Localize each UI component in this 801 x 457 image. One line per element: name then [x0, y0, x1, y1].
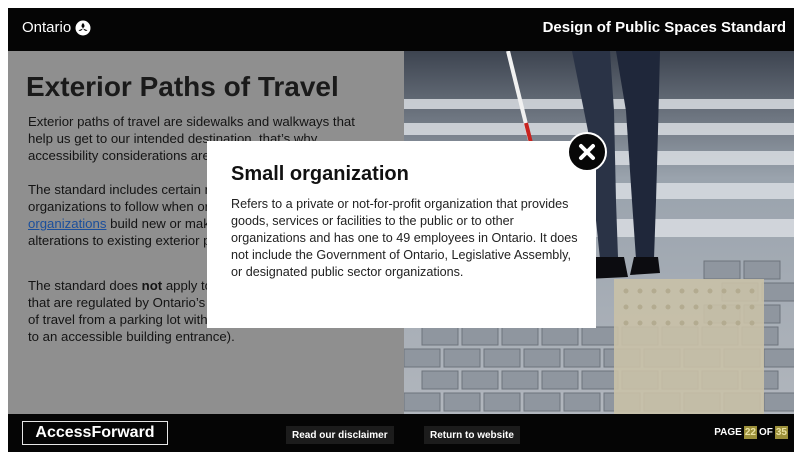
accessforward-logo[interactable]: AccessForward: [22, 421, 168, 445]
document-title: Design of Public Spaces Standard: [542, 19, 786, 36]
dialog-body: Refers to a private or not-for-profit or…: [231, 197, 578, 279]
disclaimer-button[interactable]: Read our disclaimer: [286, 426, 394, 444]
definition-dialog: Small organization Refers to a private o…: [207, 141, 596, 328]
ontario-wordmark: Ontario: [22, 19, 72, 36]
close-dialog-button[interactable]: [567, 132, 607, 172]
exclusion-emphasis: not: [141, 278, 163, 293]
current-page: 22: [743, 426, 757, 439]
total-pages: 35: [774, 426, 788, 439]
return-to-website-button[interactable]: Return to website: [424, 426, 520, 444]
page-label: PAGE: [714, 427, 742, 438]
trillium-icon: [75, 20, 91, 36]
top-bar: Ontario Design of Public Spaces Standard: [8, 8, 794, 51]
ontario-logo[interactable]: Ontario: [22, 19, 91, 36]
of-label: OF: [758, 427, 773, 438]
page-indicator: PAGE 22 OF 35: [714, 426, 788, 439]
exclusion-text-start: The standard does: [28, 278, 142, 293]
close-x-icon: [579, 144, 595, 160]
dialog-title: Small organization: [231, 163, 409, 185]
bottom-bar: AccessForward Read our disclaimer Return…: [8, 414, 794, 452]
page-title: Exterior Paths of Travel: [26, 71, 339, 102]
